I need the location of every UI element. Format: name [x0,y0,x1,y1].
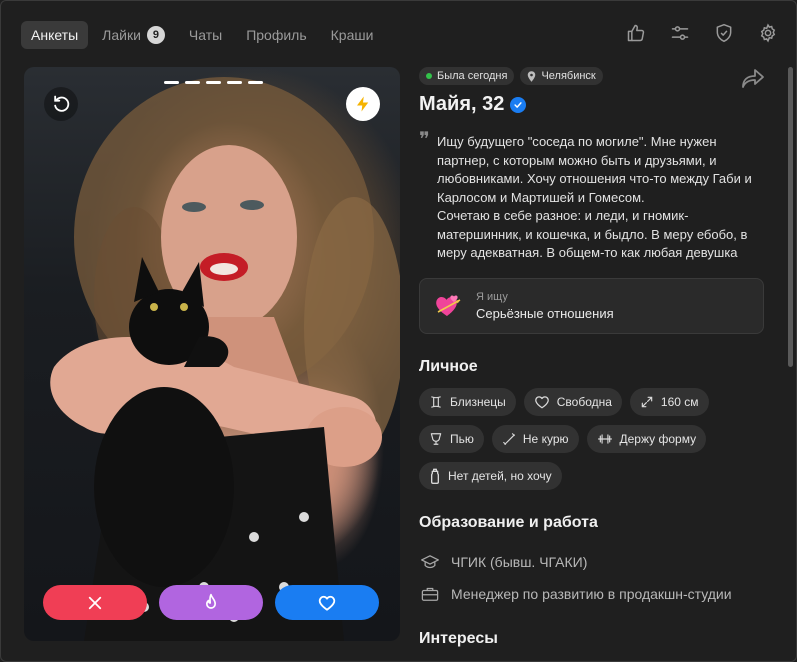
tab-likes[interactable]: Лайки 9 [92,21,175,49]
photo-progress-segment [227,81,242,84]
location-pin-icon [528,70,536,82]
status-text: Была сегодня [437,70,508,82]
gear-icon[interactable] [756,21,780,45]
height-icon [641,396,653,407]
tag-children: Нет детей, но хочу [419,461,562,490]
bio: ❞ Ищу будущего "соседа по могиле". Мне н… [419,127,767,263]
photo-progress-segment [164,81,179,84]
tag-fitness: Держу форму [586,424,707,453]
tag-label: Не курю [522,431,569,446]
flame-icon [206,593,216,609]
app-window: Анкеты Лайки 9 Чаты Профиль Краши Была с… [0,0,797,662]
tab-profiles[interactable]: Анкеты [21,21,89,49]
tag-height: 160 см [629,387,709,416]
tag-zodiac: Близнецы [419,387,516,416]
photo-progress [164,81,263,84]
section-title-personal: Личное [419,357,478,375]
tab-profile[interactable]: Профиль [236,21,316,49]
super-like-button[interactable] [159,585,263,620]
seeking-title: Я ищу [476,290,508,303]
tab-label: Краши [330,27,374,43]
profile-details: Была сегодня Челябинск Майя, 32 ❞ Ищу бу… [419,67,769,648]
section-title-education: Образование и работа [419,513,598,531]
share-button[interactable] [741,67,767,89]
quote-icon: ❞ [419,127,430,151]
share-icon [742,69,764,88]
heart-icon [318,595,336,611]
profile-meta: Была сегодня Челябинск [419,67,769,85]
tag-relationship-status: Свободна [523,387,622,416]
seeking-card: Я ищу Серьёзные отношения [419,277,764,334]
profile-photo[interactable] [24,67,400,641]
tag-label: Близнецы [450,394,506,409]
boost-button[interactable] [346,87,380,121]
like-button[interactable] [275,585,379,620]
name-row: Майя, 32 [419,93,769,116]
personal-tags: Близнецы Свободна 160 см Пью Не курю Дер… [419,387,769,490]
tag-drinking: Пью [419,424,484,453]
no-smoking-icon [503,432,515,445]
tag-label: Нет детей, но хочу [448,468,552,483]
online-status-chip: Была сегодня [419,67,515,85]
city-text: Челябинск [541,70,596,82]
photo-illustration [50,77,400,641]
tab-crushes[interactable]: Краши [321,21,384,49]
photo-progress-segment [185,81,200,84]
work-label: Менеджер по развитию в продакшн-студии [451,585,732,602]
verified-badge-icon [510,96,527,113]
online-dot [426,73,432,79]
hearts-arrow-icon [436,295,461,316]
undo-icon [54,95,70,112]
work-item: Менеджер по развитию в продакшн-студии [419,578,769,610]
top-nav: Анкеты Лайки 9 Чаты Профиль Краши [21,21,383,49]
heart-outline-icon [534,395,549,408]
tab-label: Чаты [188,27,223,43]
profile-name: Майя, 32 [419,93,505,115]
sliders-icon[interactable] [668,21,692,45]
thumbs-up-icon[interactable] [624,21,648,45]
section-title-interests: Интересы [419,629,498,647]
scrollbar[interactable] [788,67,793,367]
dumbbell-icon [597,433,612,444]
seeking-value: Серьёзные отношения [476,305,614,321]
lightning-icon [357,96,369,112]
shield-check-icon[interactable] [712,21,736,45]
photo-progress-segment [248,81,263,84]
education-list: ЧГИК (бывш. ЧГАКИ) Менеджер по развитию … [419,546,769,610]
education-label: ЧГИК (бывш. ЧГАКИ) [451,553,588,570]
tag-label: Свободна [556,394,612,409]
tab-label: Лайки [102,27,141,43]
graduation-cap-icon [421,554,439,568]
gemini-icon [431,395,441,408]
tab-chats[interactable]: Чаты [179,21,232,49]
likes-count-badge: 9 [146,26,165,44]
tab-label: Профиль [246,27,307,43]
briefcase-icon [421,587,439,601]
bio-text: Ищу будущего "соседа по могиле". Мне нуж… [437,134,752,260]
tag-label: 160 см [660,394,699,409]
tag-label: Держу форму [619,431,697,446]
nav-icon-bar [624,21,780,45]
photo-progress-segment [206,81,221,84]
glass-icon [430,432,442,445]
city-chip: Челябинск [520,67,603,85]
education-item: ЧГИК (бывш. ЧГАКИ) [419,546,769,578]
undo-button[interactable] [44,87,78,121]
tag-smoking: Не курю [491,424,579,453]
swipe-actions [43,585,379,620]
baby-bottle-icon [431,468,440,484]
dislike-button[interactable] [43,585,147,620]
close-icon [88,596,102,609]
seeking-text: Я ищу Серьёзные отношения [476,291,614,321]
tab-label: Анкеты [31,27,79,43]
tag-label: Пью [450,431,474,446]
